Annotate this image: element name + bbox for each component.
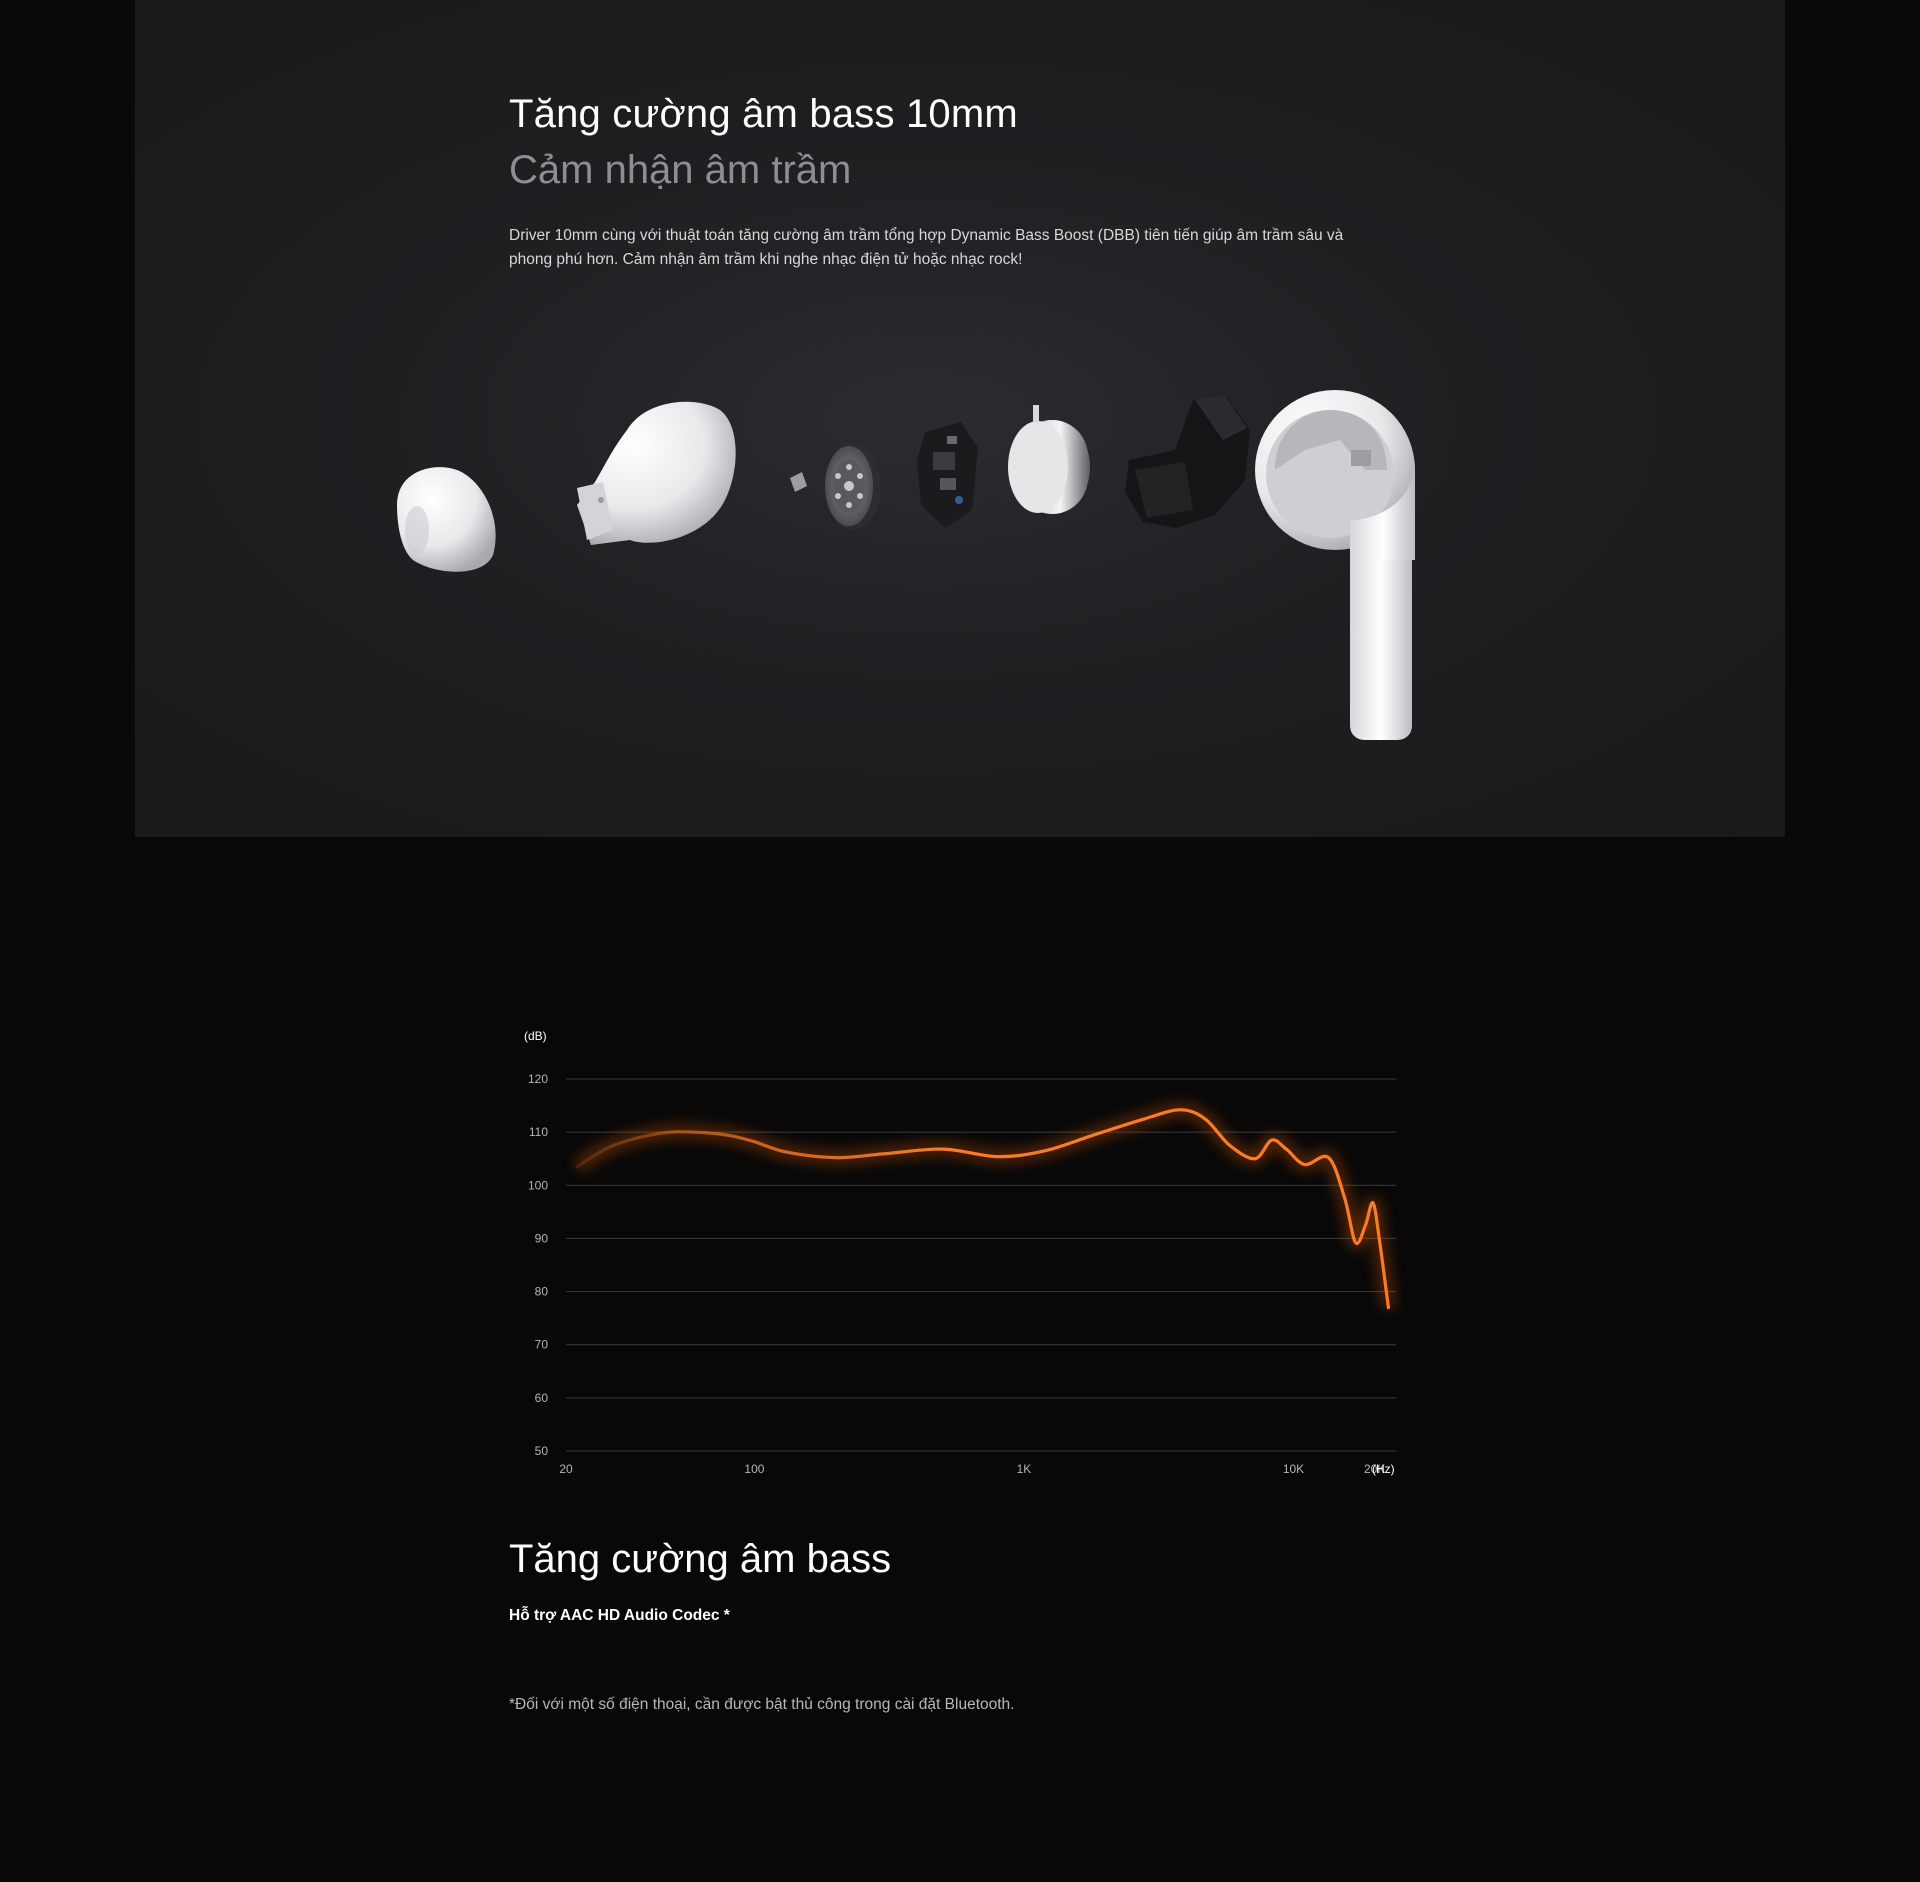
y-tick-label: 110 — [529, 1125, 548, 1139]
y-tick-label: 50 — [535, 1444, 549, 1458]
y-tick-label: 70 — [535, 1338, 549, 1352]
circuit-board — [917, 422, 978, 528]
bracket — [1125, 396, 1250, 528]
exploded-earbud-image — [397, 390, 1415, 740]
bass-section-title: Tăng cường âm bass — [509, 1537, 892, 1581]
y-tick-label: 120 — [528, 1072, 548, 1086]
x-tick-label: 1K — [1017, 1462, 1032, 1476]
bluetooth-footnote: *Đối với một số điện thoại, cần được bật… — [509, 1696, 1015, 1713]
x-tick-label: 10K — [1283, 1462, 1304, 1476]
magnet — [1008, 405, 1090, 514]
driver-unit — [825, 442, 881, 530]
ear-tip — [397, 467, 496, 572]
y-axis-unit: (dB) — [524, 1029, 547, 1043]
codec-support-note: Hỗ trợ AAC HD Audio Codec * — [509, 1607, 730, 1624]
y-tick-label: 80 — [535, 1285, 549, 1299]
frequency-response-chart: 1201101009080706050 20 100 1K 10K 20K (dB) (… — [524, 1029, 1396, 1476]
mesh-filter — [790, 472, 807, 492]
x-axis-ticks: 20 100 1K 10K 20K — [559, 1462, 1385, 1476]
y-tick-label: 100 — [528, 1178, 548, 1192]
y-tick-label: 60 — [535, 1391, 549, 1405]
y-axis-ticks: 120 110 100 90 80 70 60 50 — [528, 1072, 548, 1458]
feature-panel: Tăng cường âm bass 10mm Cảm nhận âm trầm… — [135, 0, 1785, 837]
x-tick-label: 100 — [744, 1462, 764, 1476]
front-shell — [577, 401, 736, 545]
earbud-housing — [1255, 390, 1415, 740]
x-axis-unit: (Hz) — [1372, 1462, 1395, 1476]
x-tick-label: 20 — [559, 1462, 573, 1476]
series-line-glow — [574, 1103, 1395, 1309]
y-tick-label: 90 — [535, 1231, 549, 1245]
